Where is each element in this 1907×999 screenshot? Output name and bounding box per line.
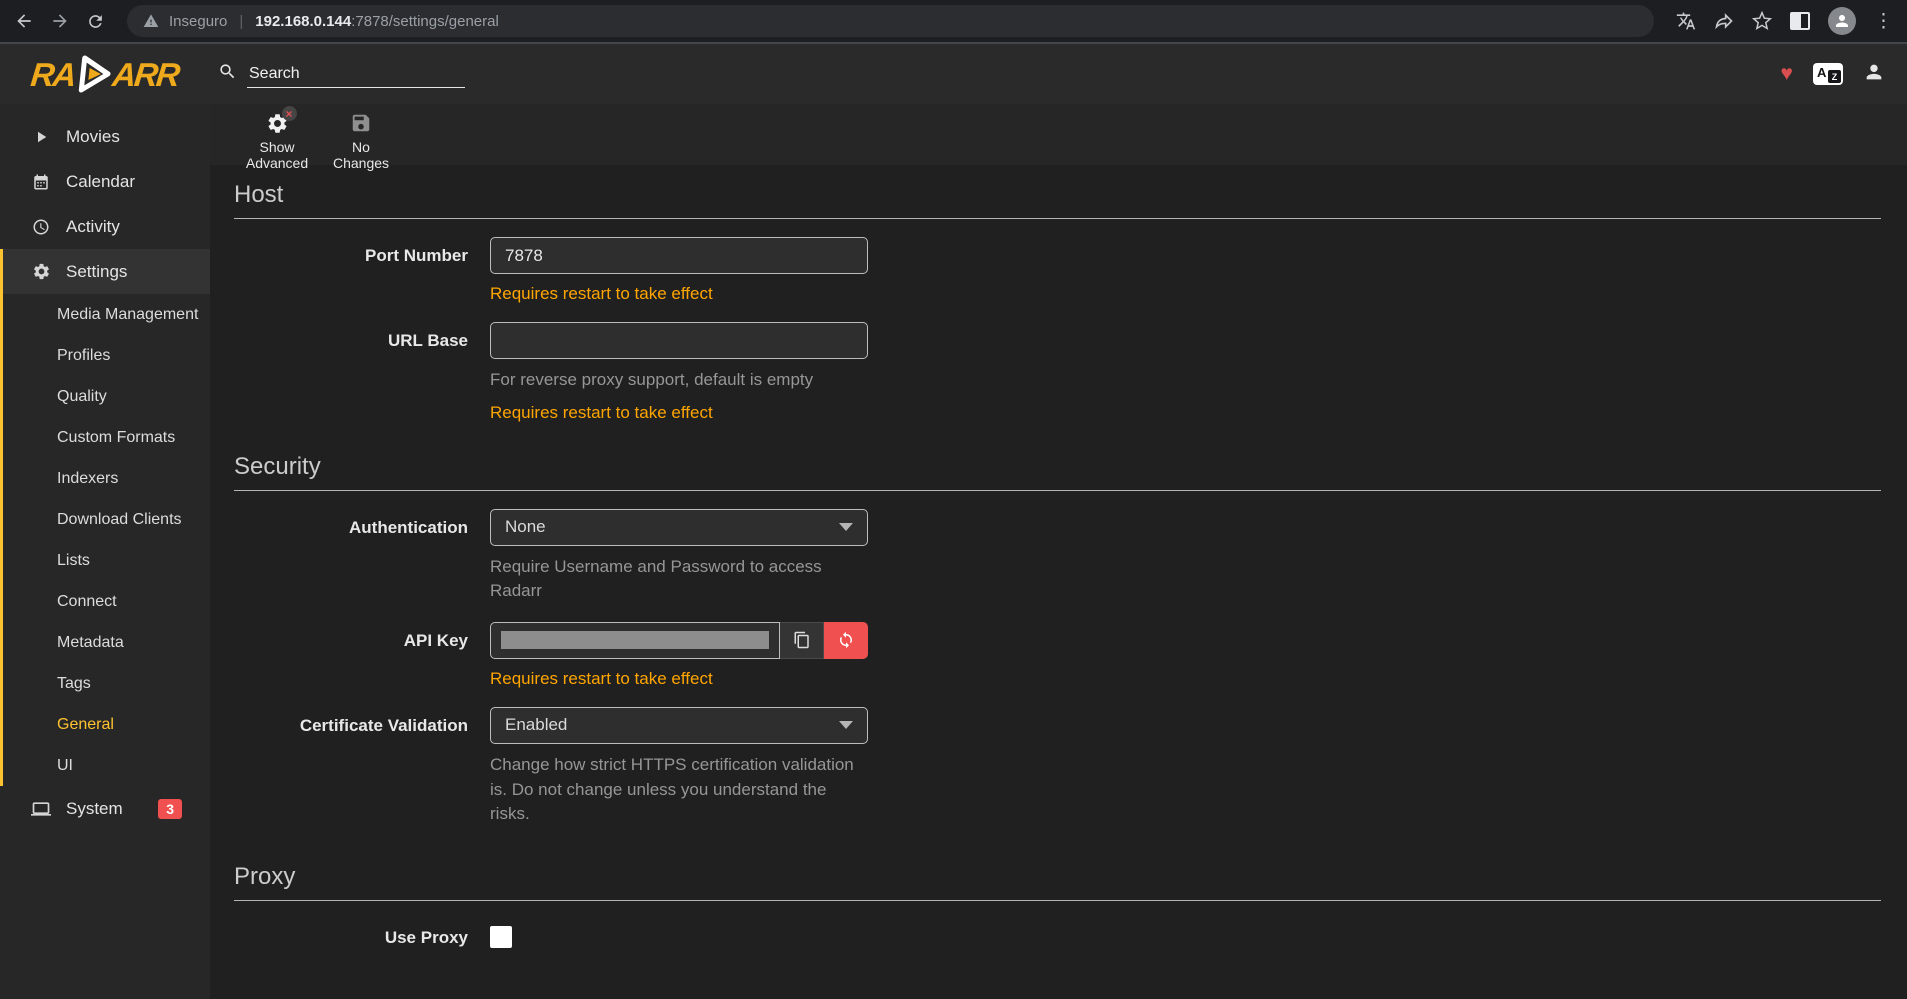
search-icon	[218, 62, 237, 86]
url-base-label: URL Base	[234, 322, 490, 423]
form-row-port-number: Port Number Requires restart to take eff…	[234, 237, 1881, 304]
show-advanced-button[interactable]: Show Advanced	[242, 110, 312, 171]
page-toolbar: Show Advanced No Changes	[210, 104, 1907, 165]
form-row-certificate-validation: Certificate Validation Enabled Change ho…	[234, 707, 1881, 827]
play-emblem-icon	[75, 55, 113, 93]
copy-api-key-button[interactable]	[780, 622, 824, 659]
sidebar-item-system[interactable]: System 3	[0, 786, 210, 831]
sidebar: Movies Calendar Activity Settings Media …	[0, 104, 210, 999]
api-key-input[interactable]	[490, 622, 780, 659]
sidebar-item-general[interactable]: General	[3, 704, 210, 745]
chevron-down-icon	[839, 721, 853, 729]
save-changes-button[interactable]: No Changes	[326, 110, 396, 171]
calendar-icon	[30, 173, 52, 191]
settings-group: Settings Media Management Profiles Quali…	[0, 249, 210, 786]
donate-heart-icon[interactable]: ♥	[1781, 62, 1793, 86]
restart-warning-text: Requires restart to take effect	[490, 669, 910, 689]
form-row-api-key: API Key Requires restart to take eff	[234, 622, 1881, 689]
copy-icon	[793, 631, 811, 649]
sidebar-item-ui[interactable]: UI	[3, 745, 210, 786]
sidebar-item-quality[interactable]: Quality	[3, 376, 210, 417]
section-title-security: Security	[234, 453, 1881, 491]
back-icon[interactable]	[14, 11, 34, 31]
sidebar-item-custom-formats[interactable]: Custom Formats	[3, 417, 210, 458]
user-icon[interactable]	[1863, 61, 1885, 88]
sidebar-item-label: Activity	[66, 217, 120, 237]
page-url: 192.168.0.144:7878/settings/general	[255, 13, 499, 30]
sidebar-item-profiles[interactable]: Profiles	[3, 335, 210, 376]
port-number-label: Port Number	[234, 237, 490, 304]
reload-icon[interactable]	[86, 12, 105, 31]
security-label: Inseguro	[169, 13, 227, 30]
advanced-disabled-badge	[282, 106, 297, 121]
clock-icon	[30, 218, 52, 236]
section-title-proxy: Proxy	[234, 863, 1881, 901]
sidebar-item-connect[interactable]: Connect	[3, 581, 210, 622]
api-key-redacted-value	[501, 631, 769, 649]
forward-icon[interactable]	[50, 11, 70, 31]
use-proxy-label: Use Proxy	[234, 919, 490, 953]
logo-text-left: RA	[30, 58, 77, 91]
warning-triangle-icon	[143, 13, 159, 29]
url-host: 192.168.0.144	[255, 13, 351, 30]
sidebar-item-download-clients[interactable]: Download Clients	[3, 499, 210, 540]
play-icon	[30, 128, 52, 146]
url-base-help-text: For reverse proxy support, default is em…	[490, 368, 870, 393]
logo-text-right: ARR	[111, 58, 180, 91]
api-key-label: API Key	[234, 622, 490, 689]
translate-icon[interactable]	[1676, 11, 1696, 31]
browser-chrome: Inseguro | 192.168.0.144:7878/settings/g…	[0, 0, 1907, 44]
sidebar-item-tags[interactable]: Tags	[3, 663, 210, 704]
save-icon	[350, 110, 372, 136]
sidebar-item-metadata[interactable]: Metadata	[3, 622, 210, 663]
sidebar-item-movies[interactable]: Movies	[0, 114, 210, 159]
bookmark-star-icon[interactable]	[1752, 11, 1772, 31]
refresh-icon	[837, 631, 855, 649]
form-row-authentication: Authentication None Require Username and…	[234, 509, 1881, 604]
form-row-url-base: URL Base For reverse proxy support, defa…	[234, 322, 1881, 423]
share-icon[interactable]	[1714, 11, 1734, 31]
system-health-badge: 3	[158, 799, 182, 819]
laptop-icon	[30, 799, 52, 819]
url-path: :7878/settings/general	[351, 13, 499, 30]
translate-icon[interactable]: A Z	[1813, 63, 1843, 85]
radarr-logo[interactable]: RA ARR	[0, 55, 210, 93]
authentication-select[interactable]: None	[490, 509, 868, 546]
restart-warning-text: Requires restart to take effect	[490, 284, 870, 304]
certificate-validation-help-text: Change how strict HTTPS certification va…	[490, 753, 870, 827]
gears-icon	[30, 262, 52, 281]
use-proxy-checkbox[interactable]	[490, 926, 512, 948]
sidebar-item-media-management[interactable]: Media Management	[3, 294, 210, 335]
profile-avatar[interactable]	[1828, 7, 1856, 35]
authentication-label: Authentication	[234, 509, 490, 604]
form-row-use-proxy: Use Proxy	[234, 919, 1881, 953]
regenerate-api-key-button[interactable]	[824, 622, 868, 659]
search-input[interactable]	[247, 61, 465, 88]
sidebar-item-indexers[interactable]: Indexers	[3, 458, 210, 499]
sidebar-item-label: Calendar	[66, 172, 135, 192]
advanced-gear-icon	[266, 110, 289, 136]
kebab-menu-icon[interactable]: ⋮	[1874, 12, 1893, 31]
sidebar-item-label: System	[66, 799, 123, 819]
sidebar-item-label: Settings	[66, 262, 127, 282]
authentication-help-text: Require Username and Password to access …	[490, 555, 870, 604]
sidebar-item-settings[interactable]: Settings	[3, 249, 210, 294]
app-header: RA ARR ♥ A Z	[0, 44, 1907, 104]
certificate-validation-label: Certificate Validation	[234, 707, 490, 827]
address-bar[interactable]: Inseguro | 192.168.0.144:7878/settings/g…	[127, 5, 1654, 37]
restart-warning-text: Requires restart to take effect	[490, 403, 870, 423]
url-base-input[interactable]	[490, 322, 868, 359]
sidebar-item-calendar[interactable]: Calendar	[0, 159, 210, 204]
certificate-validation-select[interactable]: Enabled	[490, 707, 868, 744]
sidebar-item-lists[interactable]: Lists	[3, 540, 210, 581]
port-number-input[interactable]	[490, 237, 868, 274]
omnibox-separator: |	[237, 13, 245, 30]
settings-general-page: Host Port Number Requires restart to tak…	[210, 165, 1907, 999]
sidebar-item-label: Movies	[66, 127, 120, 147]
chevron-down-icon	[839, 523, 853, 531]
section-title-host: Host	[234, 181, 1881, 219]
side-panel-icon[interactable]	[1790, 12, 1810, 30]
sidebar-item-activity[interactable]: Activity	[0, 204, 210, 249]
